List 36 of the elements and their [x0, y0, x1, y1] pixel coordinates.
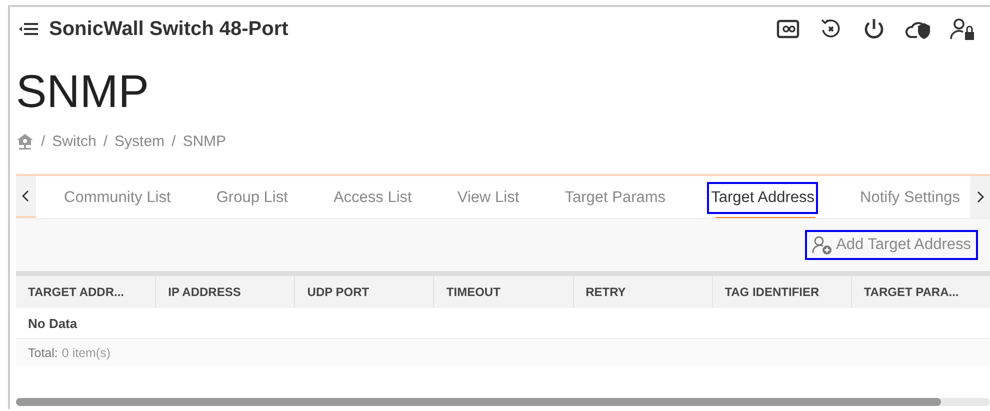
column-header: IP ADDRESS	[155, 276, 294, 308]
column-header: TAG IDENTIFIER	[712, 276, 851, 308]
horizontal-scrollbar[interactable]	[16, 398, 990, 406]
tab[interactable]: Access List	[329, 182, 416, 214]
breadcrumb-separator: /	[41, 132, 46, 150]
storage-drive-icon[interactable]	[776, 17, 800, 41]
chevron-right-icon	[976, 191, 984, 203]
power-icon[interactable]	[862, 17, 886, 41]
scroll-right-button[interactable]	[970, 176, 990, 218]
add-user-icon	[812, 235, 832, 255]
tab[interactable]: Community List	[60, 182, 175, 214]
breadcrumb-item[interactable]: System	[114, 132, 165, 150]
scroll-left-button[interactable]	[16, 176, 36, 218]
breadcrumb-separator: /	[103, 132, 108, 150]
home-icon[interactable]	[16, 132, 34, 150]
column-header: UDP PORT	[294, 276, 434, 308]
app-title: SonicWall Switch 48-Port	[49, 18, 288, 40]
column-header: TARGET ADDR...	[27, 284, 125, 301]
tab[interactable]: View List	[453, 182, 524, 214]
column-header: RETRY	[572, 276, 712, 308]
column-header: TARGET PARA...	[850, 276, 990, 308]
tab[interactable]: Group List	[212, 182, 292, 214]
total-count: 0 item(s)	[62, 346, 111, 360]
empty-message: No Data	[28, 316, 78, 330]
tab[interactable]: Notify Settings	[856, 182, 964, 214]
breadcrumb-item[interactable]: Switch	[52, 132, 96, 150]
breadcrumb-separator: /	[172, 132, 176, 150]
tab[interactable]: Target Params	[560, 182, 670, 214]
column-header: TIMEOUT	[433, 276, 573, 308]
total-label: Total:	[28, 346, 58, 360]
breadcrumb-item[interactable]: SNMP	[182, 132, 226, 150]
add-target-address-button[interactable]: Add Target Address	[805, 230, 978, 260]
user-lock-icon[interactable]	[950, 17, 976, 41]
chevron-left-icon	[22, 190, 30, 202]
menu-icon[interactable]	[19, 22, 39, 36]
page-title: SNMP	[16, 64, 150, 119]
